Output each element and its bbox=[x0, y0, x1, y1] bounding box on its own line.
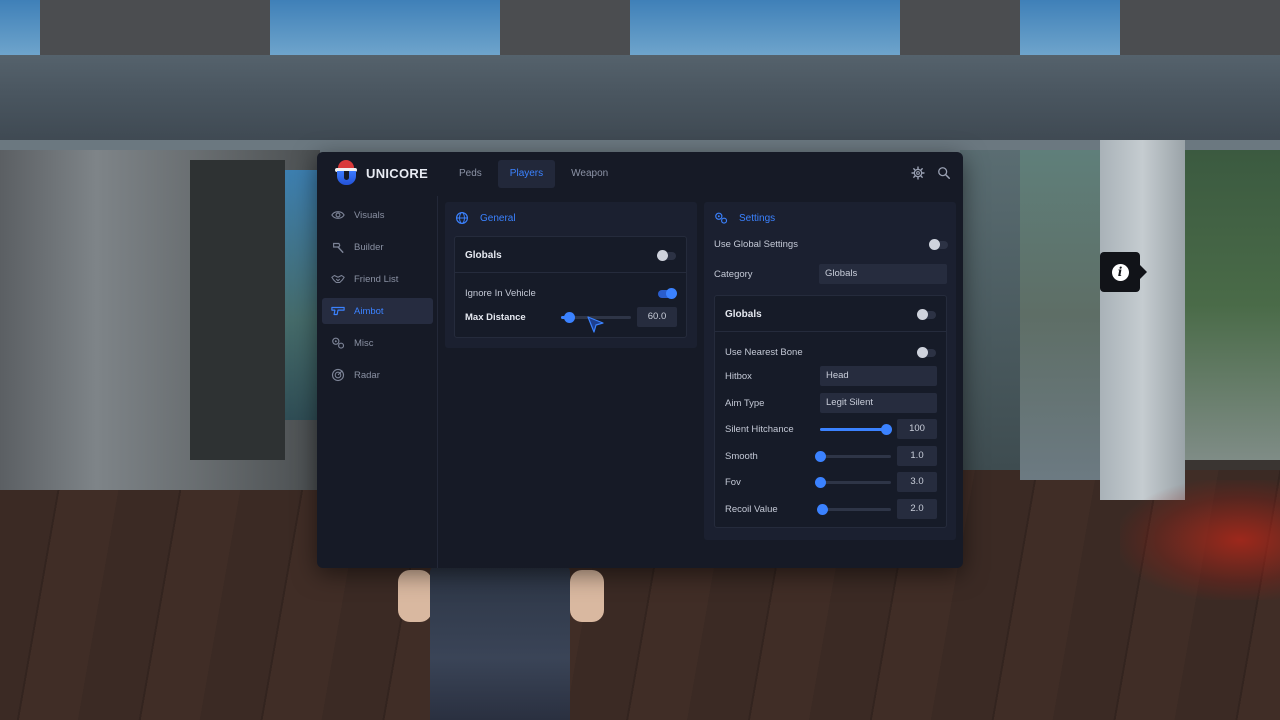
aim-type-select[interactable]: Legit Silent bbox=[820, 393, 937, 413]
gear-icon[interactable] bbox=[911, 166, 925, 180]
smooth-slider[interactable] bbox=[815, 451, 891, 462]
tab-players[interactable]: Players bbox=[497, 160, 556, 188]
panel-title: General bbox=[480, 213, 516, 224]
tab-peds[interactable]: Peds bbox=[447, 160, 494, 188]
menu-window: UNICORE Peds Players Weapon Visuals Buil… bbox=[317, 152, 963, 568]
hitbox-label: Hitbox bbox=[725, 371, 752, 382]
brand-name: UNICORE bbox=[366, 166, 429, 181]
santa-hat-logo-icon bbox=[334, 160, 358, 186]
sidebar-item-label: Friend List bbox=[354, 273, 399, 285]
sidebar-item-visuals[interactable]: Visuals bbox=[322, 202, 433, 228]
ignore-in-vehicle-toggle[interactable] bbox=[658, 288, 677, 299]
gun-icon bbox=[331, 306, 345, 316]
globals-toggle[interactable] bbox=[917, 309, 936, 320]
character-arm bbox=[398, 570, 432, 622]
character-arm bbox=[570, 570, 604, 622]
globe-icon bbox=[456, 212, 468, 224]
sidebar: Visuals Builder Friend List Aimbot Misc … bbox=[317, 196, 438, 568]
stone-pillar bbox=[1120, 0, 1280, 60]
section-title: Globals bbox=[465, 250, 502, 261]
right-pillar bbox=[1100, 140, 1185, 500]
hammer-icon bbox=[333, 242, 344, 253]
radar-icon bbox=[331, 368, 345, 382]
silent-hitchance-label: Silent Hitchance bbox=[725, 424, 794, 435]
silent-hitchance-slider[interactable] bbox=[820, 424, 892, 435]
aim-type-label: Aim Type bbox=[725, 398, 765, 409]
sidebar-item-misc[interactable]: Misc bbox=[322, 330, 433, 356]
smooth-value[interactable]: 1.0 bbox=[897, 446, 937, 466]
player-character bbox=[398, 566, 608, 720]
tab-weapon[interactable]: Weapon bbox=[559, 160, 620, 188]
right-window bbox=[1020, 150, 1110, 480]
top-tabs: Peds Players Weapon bbox=[447, 160, 620, 188]
use-nearest-bone-toggle[interactable] bbox=[917, 347, 936, 358]
sidebar-item-label: Visuals bbox=[354, 209, 385, 221]
right-wall bbox=[960, 150, 1020, 470]
recoil-value-slider[interactable] bbox=[817, 504, 891, 515]
stone-pillar bbox=[40, 0, 270, 60]
category-select[interactable]: Globals bbox=[819, 264, 947, 284]
sidebar-item-friend-list[interactable]: Friend List bbox=[322, 266, 433, 292]
section-title: Globals bbox=[725, 309, 762, 320]
recoil-value-value[interactable]: 2.0 bbox=[897, 499, 937, 519]
red-marker-glow bbox=[1120, 480, 1280, 600]
sidebar-item-builder[interactable]: Builder bbox=[322, 234, 433, 260]
smooth-label: Smooth bbox=[725, 451, 758, 462]
eye-icon bbox=[331, 211, 345, 219]
ceiling-beam bbox=[0, 55, 1280, 150]
use-nearest-bone-label: Use Nearest Bone bbox=[725, 347, 803, 358]
max-distance-value[interactable]: 60.0 bbox=[637, 307, 677, 327]
settings-panel: Settings Use Global Settings Category Gl… bbox=[704, 202, 956, 540]
sidebar-item-label: Builder bbox=[354, 241, 384, 253]
globals-toggle[interactable] bbox=[657, 250, 676, 261]
left-marble-column bbox=[190, 160, 285, 460]
stone-pillar bbox=[500, 0, 630, 60]
panel-title: Settings bbox=[739, 213, 776, 224]
general-globals-section: Globals Ignore In Vehicle Max Distance 6… bbox=[454, 236, 687, 338]
handshake-icon bbox=[331, 274, 345, 284]
recoil-value-label: Recoil Value bbox=[725, 504, 778, 515]
settings-globals-section: Globals Use Nearest Bone Hitbox Head Aim… bbox=[714, 295, 947, 528]
sidebar-item-radar[interactable]: Radar bbox=[322, 362, 433, 388]
general-panel: General Globals Ignore In Vehicle Max Di… bbox=[445, 202, 697, 348]
header-icons bbox=[911, 166, 951, 180]
max-distance-label: Max Distance bbox=[465, 312, 526, 323]
right-garden bbox=[1185, 150, 1280, 460]
category-label: Category bbox=[714, 269, 753, 280]
fov-value[interactable]: 3.0 bbox=[897, 472, 937, 492]
sidebar-item-label: Aimbot bbox=[354, 305, 384, 317]
mouse-cursor-icon bbox=[587, 316, 604, 333]
stone-pillar bbox=[900, 0, 1020, 60]
gears-icon bbox=[332, 337, 345, 349]
ignore-in-vehicle-label: Ignore In Vehicle bbox=[465, 288, 536, 299]
search-icon[interactable] bbox=[937, 166, 951, 180]
hitbox-select[interactable]: Head bbox=[820, 366, 937, 386]
use-global-settings-label: Use Global Settings bbox=[714, 239, 798, 250]
menu-header: UNICORE Peds Players Weapon bbox=[317, 152, 963, 196]
use-global-settings-toggle[interactable] bbox=[929, 239, 948, 250]
gears-icon bbox=[715, 212, 728, 224]
sidebar-item-label: Radar bbox=[354, 369, 380, 381]
silent-hitchance-value[interactable]: 100 bbox=[897, 419, 937, 439]
sidebar-item-aimbot[interactable]: Aimbot bbox=[322, 298, 433, 324]
info-icon: i bbox=[1111, 263, 1129, 281]
fov-label: Fov bbox=[725, 477, 741, 488]
fov-slider[interactable] bbox=[815, 477, 891, 488]
character-body bbox=[430, 566, 570, 720]
info-tooltip[interactable]: i bbox=[1100, 252, 1147, 292]
sidebar-item-label: Misc bbox=[354, 337, 374, 349]
